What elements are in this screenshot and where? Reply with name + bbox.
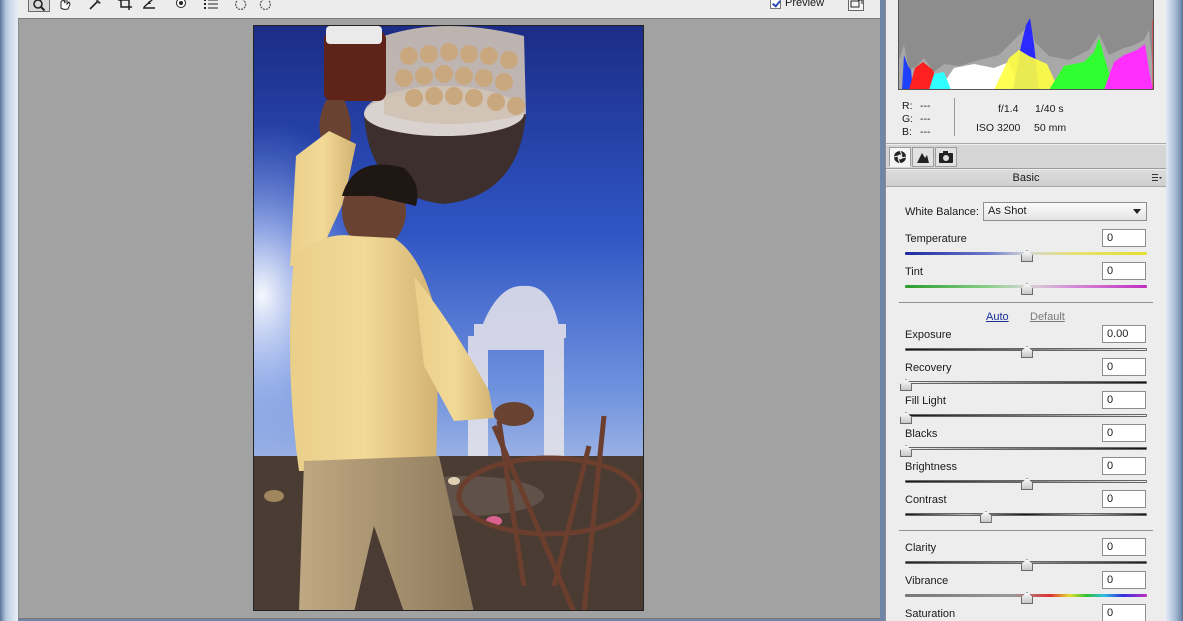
g-value: --- [920, 113, 931, 125]
slider-track-blacks[interactable] [905, 447, 1147, 450]
g-label: G: [902, 113, 914, 125]
slider-track-fill-light[interactable] [905, 414, 1147, 417]
camera-calibration-tab-icon[interactable] [935, 147, 957, 167]
slider-label-blacks: Blacks [905, 428, 938, 440]
info-row: R: --- G: --- B: --- f/1.4 1/40 s ISO 3200 … [886, 92, 1166, 144]
value-field-saturation[interactable]: 0 [1102, 604, 1146, 621]
histogram [898, 0, 1154, 90]
section-title: Basic [1012, 172, 1040, 184]
value-field-recovery[interactable]: 0 [1102, 358, 1146, 376]
toolbar: Preview [18, 0, 880, 19]
section-header: Basic [886, 170, 1166, 187]
auto-link[interactable]: Auto [986, 311, 1009, 323]
preview-toggle[interactable]: Preview [770, 0, 824, 9]
white-balance-select[interactable]: As Shot [983, 202, 1147, 221]
panel-menu-icon[interactable] [1152, 174, 1162, 182]
value-field-vibrance[interactable]: 0 [1102, 571, 1146, 589]
value-field-temperature[interactable]: 0 [1102, 229, 1146, 247]
slider-label-recovery: Recovery [905, 362, 952, 374]
value-field-brightness[interactable]: 0 [1102, 457, 1146, 475]
basic-tab-icon[interactable] [889, 147, 911, 167]
slider-label-clarity: Clarity [905, 542, 937, 554]
focal-length-readout: 50 mm [1034, 122, 1067, 134]
slider-track-recovery[interactable] [905, 381, 1147, 384]
dropdown-arrow-icon [1133, 209, 1141, 214]
slider-label-saturation: Saturation [905, 608, 956, 620]
default-link[interactable]: Default [1030, 311, 1065, 323]
shutter-readout: 1/40 s [1035, 103, 1064, 115]
slider-label-fill-light: Fill Light [905, 395, 946, 407]
fullscreen-button[interactable] [848, 0, 864, 11]
iso-readout: ISO 3200 [976, 122, 1021, 134]
crop-tool-icon[interactable] [114, 0, 136, 10]
b-label: B: [902, 126, 912, 138]
value-field-clarity[interactable]: 0 [1102, 538, 1146, 556]
photo-preview[interactable] [253, 25, 644, 611]
preferences-list-icon[interactable] [200, 0, 222, 10]
white-balance-tool-icon[interactable] [84, 0, 106, 10]
slider-track-contrast[interactable] [905, 513, 1147, 516]
zoom-tool-icon[interactable] [28, 0, 50, 12]
slider-label-exposure: Exposure [905, 329, 952, 341]
info-divider [954, 98, 955, 136]
straighten-tool-icon[interactable] [138, 0, 160, 10]
white-balance-value: As Shot [988, 205, 1027, 217]
value-field-exposure[interactable]: 0.00 [1102, 325, 1146, 343]
slider-label-vibrance: Vibrance [905, 575, 949, 587]
b-value: --- [920, 126, 931, 138]
window-frame-right [1165, 0, 1183, 621]
aperture-readout: f/1.4 [998, 103, 1019, 115]
value-field-fill-light[interactable]: 0 [1102, 391, 1146, 409]
hand-tool-icon[interactable] [54, 0, 76, 10]
preview-label: Preview [785, 0, 825, 9]
adjustments-panel: R: --- G: --- B: --- f/1.4 1/40 s ISO 3200 … [885, 0, 1166, 621]
white-balance-label: White Balance: [905, 206, 979, 218]
rotate-right-icon[interactable] [254, 0, 276, 10]
separator [899, 530, 1153, 531]
r-value: --- [920, 100, 931, 112]
r-label: R: [902, 100, 913, 112]
panel-tab-strip [886, 145, 1166, 169]
tone-curve-tab-icon[interactable] [912, 147, 934, 167]
value-field-blacks[interactable]: 0 [1102, 424, 1146, 442]
rotate-left-icon[interactable] [230, 0, 252, 10]
window-frame-left [0, 0, 18, 621]
value-field-contrast[interactable]: 0 [1102, 490, 1146, 508]
separator [899, 302, 1153, 303]
value-field-tint[interactable]: 0 [1102, 262, 1146, 280]
slider-label-brightness: Brightness [905, 461, 957, 473]
preview-checkbox[interactable] [770, 0, 781, 9]
r-readout: R: --- [902, 100, 938, 112]
b-readout: B: --- [902, 126, 938, 138]
slider-label-temperature: Temperature [905, 233, 967, 245]
slider-label-tint: Tint [905, 266, 923, 278]
red-eye-tool-icon[interactable] [170, 0, 192, 10]
g-readout: G: --- [902, 113, 938, 125]
slider-label-contrast: Contrast [905, 494, 947, 506]
